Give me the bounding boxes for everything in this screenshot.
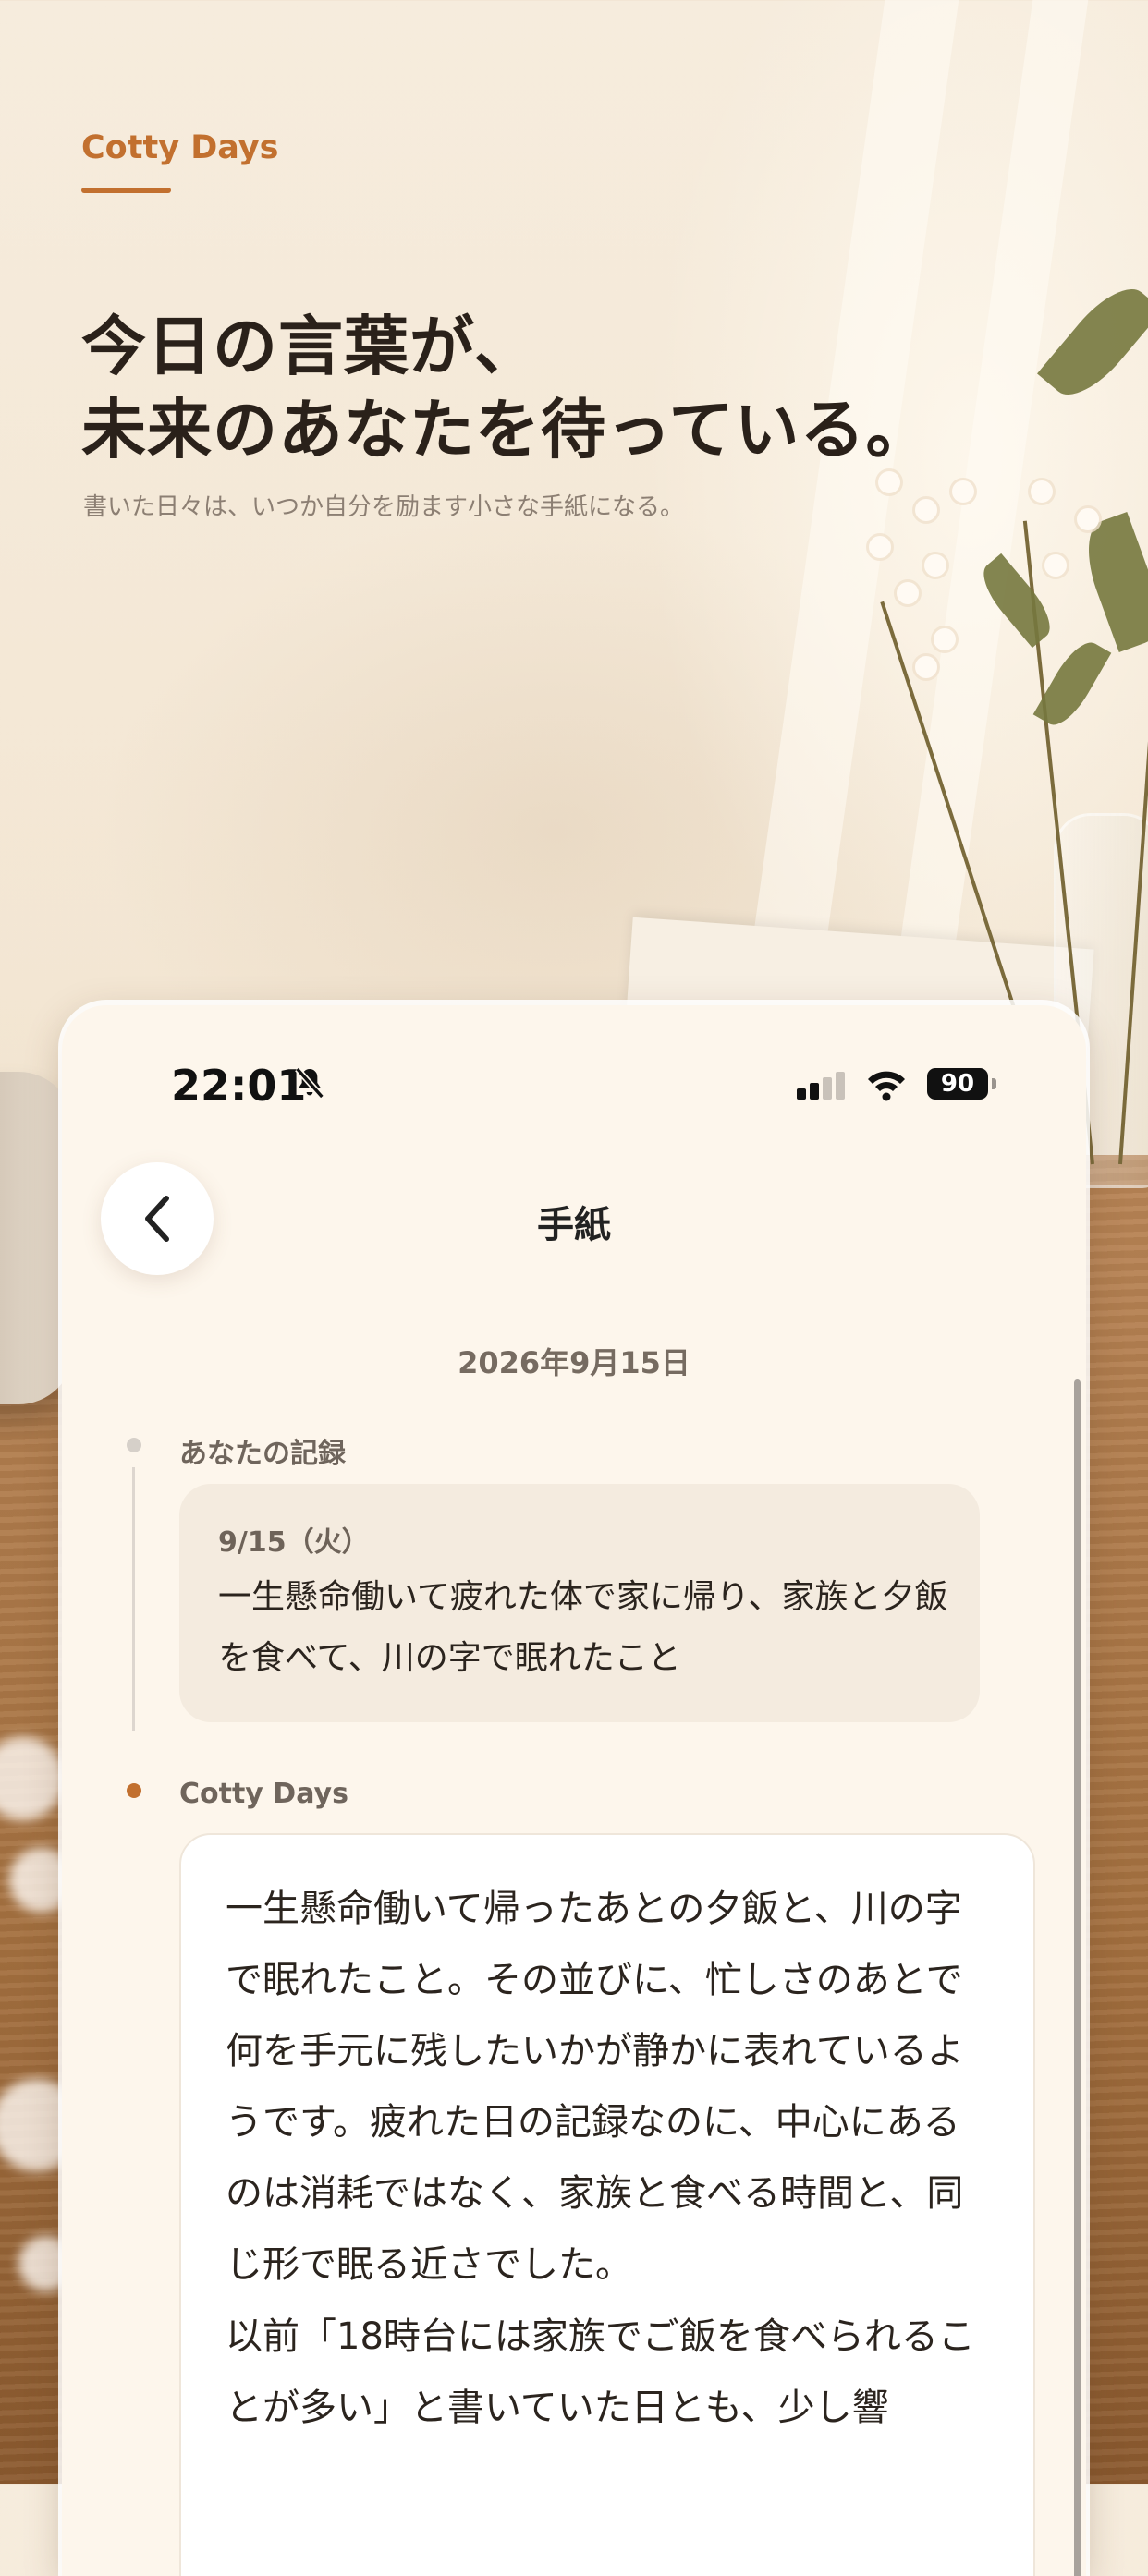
blossom: [934, 628, 956, 650]
reply-section-label: Cotty Days: [179, 1778, 348, 1810]
status-time: 22:01: [171, 1061, 307, 1111]
wifi-icon: [868, 1071, 905, 1101]
reply-card: 一生懸命働いて帰ったあとの夕飯と、川の字で眠れたこと。その並びに、忙しさのあとで…: [179, 1833, 1035, 2576]
battery-tip: [992, 1078, 996, 1089]
page-title: 手紙: [537, 1204, 611, 1246]
user-entry-text: 一生懸命働いて疲れた体で家に帰り、家族と夕飯を食べて、川の字で眠れたこと: [218, 1578, 948, 1677]
reply-paragraph: 以前「18時台には家族でご飯を食べられることが多い」と書いていた日とも、少し響: [226, 2315, 975, 2429]
blossom: [1077, 508, 1099, 530]
blossom: [878, 471, 900, 493]
blossom: [924, 554, 946, 577]
blossom: [1044, 554, 1067, 577]
letter-date: 2026年9月15日: [458, 1345, 690, 1380]
headline-line-1: 今日の言葉が、: [81, 309, 540, 384]
blossom: [915, 656, 937, 678]
blossom: [869, 536, 891, 558]
headline: 今日の言葉が、 未来のあなたを待っている。: [81, 305, 932, 471]
blossom: [915, 499, 937, 521]
signal-icon: [797, 1072, 849, 1100]
reply-paragraph: 一生懸命働いて帰ったあとの夕飯と、川の字で眠れたこと。その並びに、忙しさのあとで…: [226, 1888, 964, 2286]
bell-slash-icon: [295, 1066, 324, 1100]
blossom: [897, 582, 919, 604]
phone-screen: 22:01 90 手紙 2026年9月15日 あなたの記録 9/15（火） 一生…: [62, 1005, 1086, 2576]
subcopy: 書いた日々は、いつか自分を励ます小さな手紙になる。: [83, 493, 685, 521]
user-entry-date: 9/15（火）: [218, 1526, 370, 1559]
timeline-dot-accent: [127, 1783, 141, 1798]
status-bar: 22:01 90: [62, 1005, 1086, 1111]
user-entry-card: 9/15（火） 一生懸命働いて疲れた体で家に帰り、家族と夕飯を食べて、川の字で眠…: [179, 1484, 980, 1722]
blossom: [952, 480, 974, 503]
brand-name: Cotty Days: [81, 129, 279, 166]
headline-line-2: 未来のあなたを待っている。: [81, 392, 932, 468]
timeline-line: [132, 1467, 135, 1731]
battery-icon: 90: [927, 1068, 988, 1100]
timeline-dot: [127, 1438, 141, 1452]
scrollbar[interactable]: [1074, 1379, 1081, 2576]
brand-underline: [81, 188, 171, 193]
user-section-label: あなたの記録: [179, 1438, 346, 1470]
blossom: [1031, 480, 1053, 503]
